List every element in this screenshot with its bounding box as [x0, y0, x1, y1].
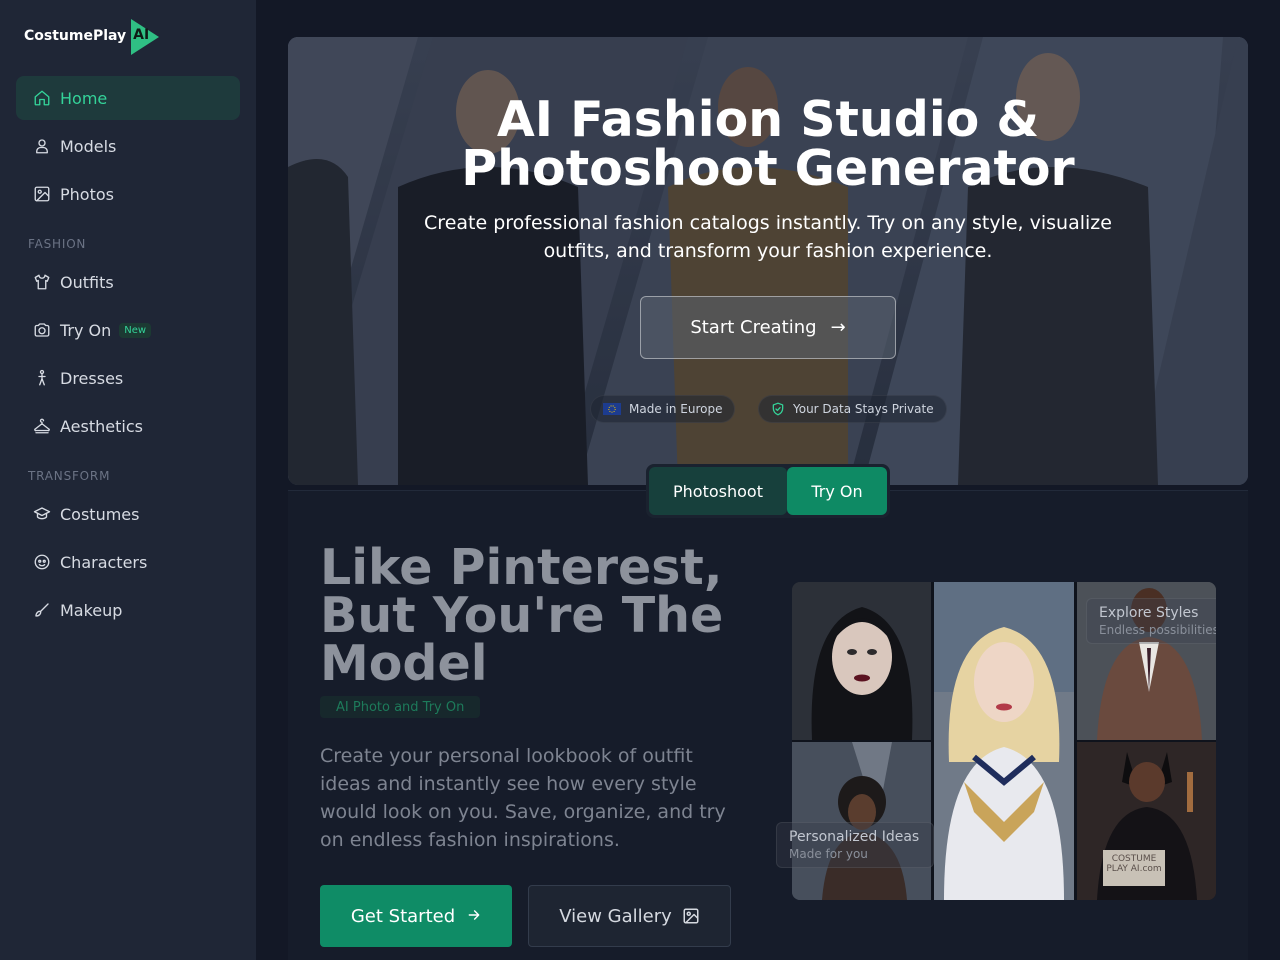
graduation-cap-icon: [32, 504, 52, 524]
get-started-label: Get Started: [350, 905, 456, 927]
sidebar-item-makeup[interactable]: Makeup: [16, 588, 240, 632]
explore-styles-title: Explore Styles: [1099, 605, 1199, 621]
hero-banner: AI Fashion Studio & Photoshoot Generator…: [288, 37, 1248, 485]
sidebar-item-label: Home: [60, 88, 108, 108]
sidebar-item-try-on[interactable]: Try On New: [16, 308, 240, 352]
sidebar-item-home[interactable]: Home: [16, 76, 240, 120]
sidebar-item-costumes[interactable]: Costumes: [16, 492, 240, 536]
feature-description: Create your personal lookbook of outfit …: [320, 745, 726, 851]
image-icon: [682, 907, 700, 925]
sidebar-item-aesthetics[interactable]: Aesthetics: [16, 404, 240, 448]
gallery-image-cat-costume[interactable]: COSTUME PLAY AI.com: [1077, 742, 1216, 900]
data-private-label: Your Data Stays Private: [793, 402, 934, 416]
gallery-image-superhero-costume[interactable]: [934, 582, 1074, 900]
start-creating-label: Start Creating: [690, 317, 817, 338]
arrow-right-icon: [467, 907, 481, 926]
data-private-badge: Your Data Stays Private: [758, 395, 947, 423]
sidebar-item-label: Makeup: [60, 600, 123, 620]
view-gallery-button[interactable]: View Gallery: [528, 885, 731, 947]
personalized-ideas-title: Personalized Ideas: [789, 829, 920, 845]
hero-title-line-2: Photoshoot Generator: [461, 140, 1075, 197]
feature-badge: AI Photo and Try On: [320, 696, 481, 718]
camera-icon: [32, 320, 52, 340]
sidebar-item-outfits[interactable]: Outfits: [16, 260, 240, 304]
section-label-transform: TRANSFORM: [28, 469, 111, 483]
costume-play-sign: COSTUME PLAY AI.com: [1106, 854, 1162, 874]
section-label-fashion: FASHION: [28, 237, 87, 251]
personalized-ideas-card[interactable]: Personalized Ideas Made for you: [776, 822, 934, 868]
made-in-europe-label: Made in Europe: [629, 402, 723, 416]
shield-check-icon: [771, 402, 785, 416]
view-gallery-label: View Gallery: [559, 905, 672, 927]
sidebar-item-label: Costumes: [60, 504, 140, 524]
play-logo-icon: AI: [129, 18, 161, 55]
feature-title: Like Pinterest, But You're The Model: [320, 539, 724, 692]
tab-photoshoot[interactable]: Photoshoot: [649, 467, 787, 515]
hero-subtitle: Create professional fashion catalogs ins…: [424, 212, 1112, 262]
shirt-icon: [32, 272, 52, 292]
start-creating-button[interactable]: Start Creating →: [640, 296, 896, 359]
hanger-icon: [32, 416, 52, 436]
mode-tabs: Photoshoot Try On: [646, 464, 890, 518]
image-icon: [32, 184, 52, 204]
sidebar-item-label: Outfits: [60, 272, 114, 292]
hero-title: AI Fashion Studio & Photoshoot Generator: [288, 95, 1248, 193]
brush-icon: [32, 600, 52, 620]
eu-flag-icon: [603, 403, 621, 415]
brand-name: CostumePlay: [24, 28, 127, 44]
sidebar-item-label: Aesthetics: [60, 416, 143, 436]
tab-try-on[interactable]: Try On: [787, 467, 887, 515]
personalized-ideas-subtitle: Made for you: [789, 847, 868, 861]
brand-logo[interactable]: CostumePlay AI: [24, 18, 161, 55]
brand-mark: AI: [133, 27, 150, 43]
arrow-right-icon: →: [830, 317, 846, 338]
sidebar-item-dresses[interactable]: Dresses: [16, 356, 240, 400]
hero-title-line-1: AI Fashion Studio &: [496, 91, 1040, 148]
explore-styles-subtitle: Endless possibilities: [1099, 623, 1216, 637]
explore-styles-card[interactable]: Explore Styles Endless possibilities: [1086, 598, 1216, 644]
sidebar-item-label: Dresses: [60, 368, 124, 388]
sidebar-item-label: Photos: [60, 184, 114, 204]
get-started-button[interactable]: Get Started: [320, 885, 512, 947]
gallery-image-gothic-portrait[interactable]: [792, 582, 931, 740]
sidebar-item-characters[interactable]: Characters: [16, 540, 240, 584]
home-icon: [32, 88, 52, 108]
new-badge: New: [119, 322, 152, 338]
dress-icon: [32, 368, 52, 388]
gallery-image-dramatic-portrait[interactable]: [792, 742, 931, 900]
sidebar-item-photos[interactable]: Photos: [16, 172, 240, 216]
sidebar-item-models[interactable]: Models: [16, 124, 240, 168]
sidebar-item-label: Try On: [60, 320, 112, 340]
mask-icon: [32, 552, 52, 572]
sidebar-item-label: Models: [60, 136, 117, 156]
user-icon: [32, 136, 52, 156]
made-in-europe-badge: Made in Europe: [590, 395, 736, 423]
sidebar: CostumePlay AI Home Models Photos FASHIO…: [0, 0, 256, 960]
sidebar-item-label: Characters: [60, 552, 148, 572]
